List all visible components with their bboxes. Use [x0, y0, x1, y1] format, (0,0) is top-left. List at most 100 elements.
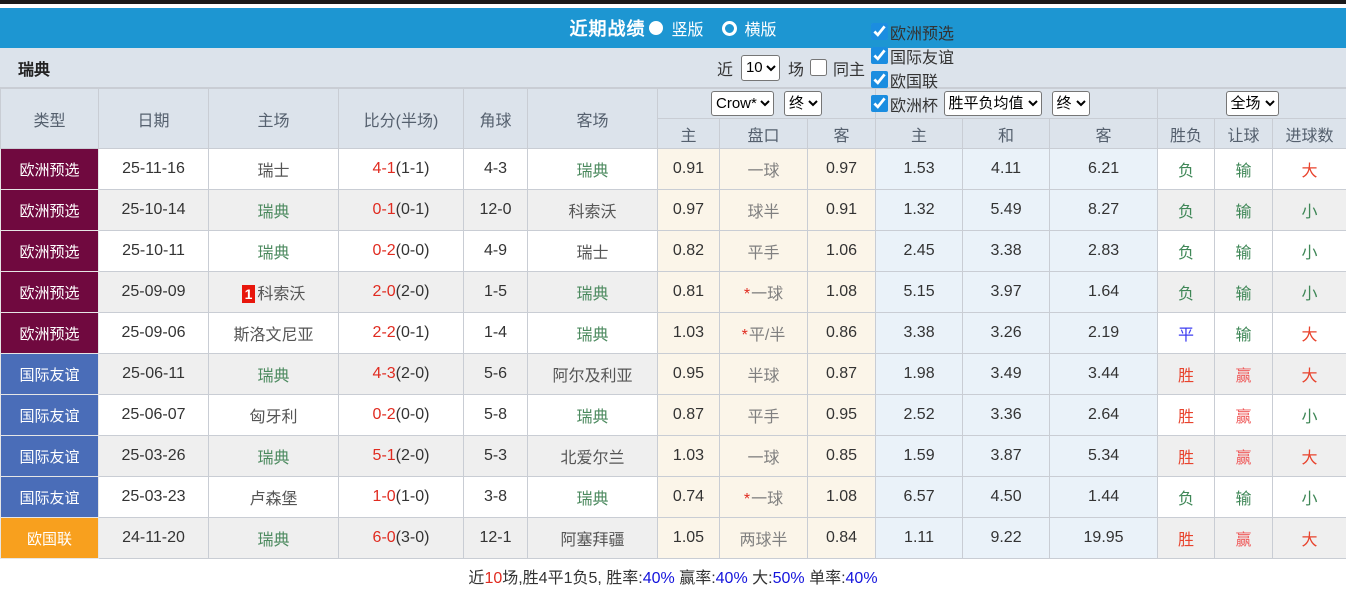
handicap-line-label: 一球: [751, 491, 784, 508]
home-team-cell: 匈牙利: [208, 394, 339, 436]
type-cell: 欧洲预选: [0, 271, 99, 313]
fulltime-score: 0-2: [372, 242, 396, 259]
away-team-cell: 瑞士: [527, 230, 658, 272]
subcol-handicap-home: 主: [657, 118, 720, 149]
handicap-line-cell: 一球: [719, 148, 808, 190]
corner-cell: 1-4: [463, 312, 528, 354]
odds-home-cell: 2.52: [875, 394, 964, 436]
handicap-away-odds-cell: 0.85: [806, 435, 877, 477]
handicap-line-label: 球半: [747, 204, 780, 221]
handicap-result-cell: 输: [1214, 148, 1274, 190]
fulltime-score: 0-1: [372, 201, 396, 218]
team-label: 瑞典: [257, 204, 290, 221]
home-team-cell: 瑞士: [208, 148, 339, 190]
handicap-away-odds-cell: 1.08: [806, 271, 877, 313]
handicap-result-cell: 赢: [1214, 435, 1274, 477]
competition-checkbox[interactable]: [870, 71, 888, 88]
competition-label: 欧洲杯: [889, 97, 938, 115]
summary-segment: 近: [468, 569, 485, 587]
odds-home-cell: 1.32: [875, 189, 964, 231]
odds-company-select[interactable]: 胜平负均值: [943, 91, 1042, 116]
score-cell: 4-1(1-1): [338, 148, 464, 190]
table-row: 欧洲预选 25-11-16 瑞士 4-1(1-1) 4-3 瑞典 0.91 一球 0.97 1.5…: [0, 148, 1346, 190]
handicap-away-odds-cell: 0.84: [806, 517, 877, 559]
score-cell: 0-1(0-1): [338, 189, 464, 231]
competition-filter: 国际友谊: [869, 44, 954, 68]
type-cell: 国际友谊: [0, 435, 99, 477]
same-home-checkbox[interactable]: [809, 59, 827, 76]
score-cell: 0-2(0-0): [338, 394, 464, 436]
halftime-score: (3-0): [395, 529, 430, 546]
title-bar: 近期战绩 竖版 横版: [0, 8, 1346, 48]
away-team-cell: 瑞典: [527, 312, 658, 354]
team-name: 瑞典: [18, 61, 51, 79]
handicap-line-cell: *一球: [719, 271, 808, 313]
table-row: 欧洲预选 25-10-11 瑞典 0-2(0-0) 4-9 瑞士 0.82 平手 1.06 2.4…: [0, 230, 1346, 272]
halftime-score: (1-1): [395, 160, 430, 177]
handicap-line-label: 一球: [747, 450, 780, 467]
team-label: 瑞典: [576, 163, 609, 180]
competition-filter: 欧国联: [869, 68, 954, 92]
subcol-handicap-result: 让球: [1214, 118, 1274, 149]
handicap-result-cell: 输: [1214, 476, 1274, 518]
summary-line: 近10场,胜4平1负5, 胜率:40% 赢率:40% 大:50% 单率:40%: [0, 559, 1346, 590]
subcol-goals-result: 进球数: [1272, 118, 1346, 149]
corner-cell: 5-3: [463, 435, 528, 477]
live-handicap-star: *: [743, 286, 751, 303]
competition-checkbox[interactable]: [870, 47, 888, 64]
goals-result-cell: 小: [1272, 189, 1346, 231]
odds-draw-cell: 4.11: [962, 148, 1051, 190]
team-label: 瑞典: [257, 532, 290, 549]
score-cell: 0-2(0-0): [338, 230, 464, 272]
handicap-time-select[interactable]: 终: [784, 91, 823, 116]
goals-result-cell: 大: [1272, 435, 1346, 477]
fulltime-score: 6-0: [372, 529, 396, 546]
halftime-score: (2-0): [395, 365, 430, 382]
fulltime-score: 1-0: [372, 488, 396, 505]
corner-cell: 4-9: [463, 230, 528, 272]
odds-home-cell: 1.11: [875, 517, 964, 559]
scope-select[interactable]: 全场: [1225, 91, 1279, 116]
handicap-home-odds-cell: 1.03: [657, 312, 720, 354]
table-row: 国际友谊 25-06-07 匈牙利 0-2(0-0) 5-8 瑞典 0.87 平手 0.95 2.…: [0, 394, 1346, 436]
handicap-result-cell: 输: [1214, 312, 1274, 354]
handicap-line-label: 两球半: [739, 532, 788, 549]
away-team-cell: 瑞典: [527, 271, 658, 313]
goals-result-cell: 大: [1272, 353, 1346, 395]
col-header-type: 类型: [0, 88, 99, 149]
team-label: 瑞典: [576, 409, 609, 426]
odds-time-select[interactable]: 终: [1051, 91, 1090, 116]
fulltime-score: 2-2: [372, 324, 396, 341]
team-label: 科索沃: [568, 204, 617, 221]
date-cell: 25-10-11: [98, 230, 209, 272]
handicap-home-odds-cell: 0.95: [657, 353, 720, 395]
odds-away-cell: 19.95: [1049, 517, 1159, 559]
handicap-home-odds-cell: 1.05: [657, 517, 720, 559]
handicap-company-select[interactable]: Crow*: [711, 91, 775, 116]
handicap-away-odds-cell: 1.08: [806, 476, 877, 518]
halftime-score: (0-0): [395, 406, 430, 423]
radio-vertical-label[interactable]: 竖版: [671, 16, 703, 40]
team-label: 北爱尔兰: [560, 450, 625, 467]
result-cell: 负: [1157, 230, 1216, 272]
table-row: 国际友谊 25-03-26 瑞典 5-1(2-0) 5-3 北爱尔兰 1.03 一球 0.85 1…: [0, 435, 1346, 477]
halftime-score: (1-0): [395, 488, 430, 505]
same-home-label: 同主: [832, 61, 865, 79]
odds-away-cell: 8.27: [1049, 189, 1159, 231]
col-header-home: 主场: [208, 88, 339, 149]
handicap-line-cell: 两球半: [719, 517, 808, 559]
type-cell: 欧洲预选: [0, 312, 99, 354]
recent-label: 近: [716, 61, 733, 79]
competition-checkbox[interactable]: [870, 23, 888, 40]
competition-checkbox[interactable]: [870, 95, 888, 112]
radio-selected-icon[interactable]: [649, 21, 664, 35]
handicap-line-label: 一球: [747, 163, 780, 180]
table-row: 欧洲预选 25-10-14 瑞典 0-1(0-1) 12-0 科索沃 0.97 球半 0.91 1…: [0, 189, 1346, 231]
competition-label: 欧国联: [889, 73, 938, 91]
score-cell: 6-0(3-0): [338, 517, 464, 559]
handicap-result-cell: 赢: [1214, 353, 1274, 395]
recent-count-select[interactable]: 10: [740, 54, 780, 81]
odds-away-cell: 2.83: [1049, 230, 1159, 272]
team-label: 瑞典: [257, 368, 290, 385]
summary-segment: 场,胜4平1负5, 胜率:: [502, 569, 643, 587]
